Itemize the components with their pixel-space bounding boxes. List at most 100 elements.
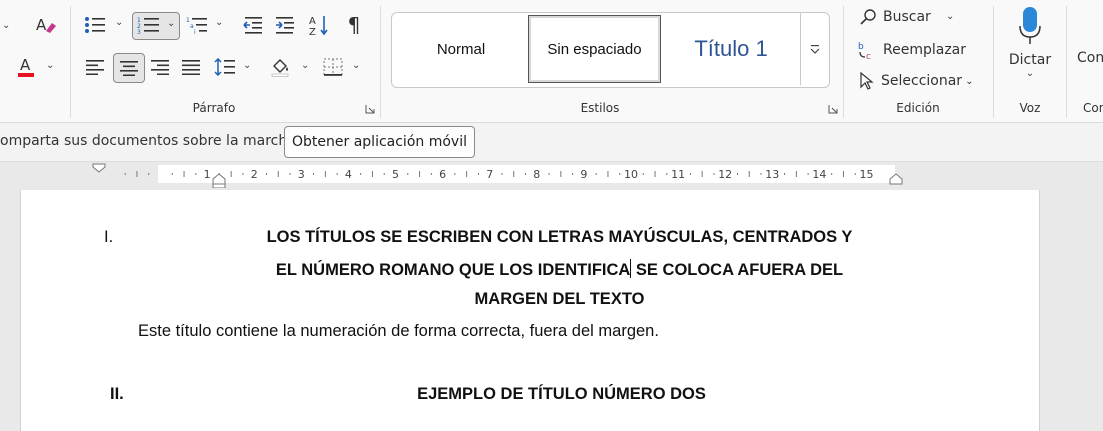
- ruler-tick: [466, 171, 468, 177]
- ruler-tick: [666, 173, 668, 175]
- svg-text:A: A: [309, 16, 316, 27]
- horizontal-ruler[interactable]: 1 2 3 4 5 6 7 8 9 10 11 12 13 14 15: [0, 162, 1103, 188]
- ruler-tick: [501, 173, 503, 175]
- comments-button[interactable]: Con: [1077, 50, 1103, 66]
- ruler-scale: 1 2 3 4 5 6 7 8 9 10 11 12 13 14 15: [92, 163, 903, 188]
- line-spacing-button[interactable]: [213, 56, 237, 78]
- ruler-tick: [654, 171, 656, 177]
- numbering-icon: 1 2 3: [137, 17, 159, 35]
- style-titulo-1[interactable]: Título 1: [662, 15, 800, 83]
- left-indent-marker[interactable]: [212, 183, 226, 188]
- shading-button[interactable]: [269, 56, 293, 78]
- select-button[interactable]: Seleccionar ⌄: [859, 72, 973, 90]
- bullets-button[interactable]: [83, 14, 107, 36]
- ruler-tick: [371, 171, 373, 177]
- svg-text:A: A: [20, 56, 31, 74]
- group-label-styles: Estilos: [580, 101, 620, 115]
- show-marks-button[interactable]: ¶: [342, 13, 366, 37]
- ruler-tick: [560, 171, 562, 177]
- styles-more-button[interactable]: [800, 13, 829, 85]
- find-button[interactable]: Buscar: [859, 8, 931, 26]
- svg-text:Z: Z: [309, 27, 316, 36]
- ruler-tick: [336, 173, 338, 175]
- sort-az-icon: A Z: [309, 16, 328, 36]
- microphone-icon: [1019, 7, 1041, 44]
- select-chevron-icon: ⌄: [965, 75, 974, 87]
- align-right-button[interactable]: [148, 56, 172, 78]
- ruler-tick: [265, 173, 267, 175]
- replace-button[interactable]: b c Reemplazar: [857, 40, 966, 60]
- multilevel-chevron-icon[interactable]: ⌄: [215, 17, 223, 28]
- document-page[interactable]: I. LOS TÍTULOS SE ESCRIBEN CON LETRAS MA…: [20, 190, 1040, 431]
- group-separator: [380, 6, 381, 118]
- style-normal-label: Normal: [436, 40, 486, 58]
- dialog-launcher-icon[interactable]: [365, 104, 375, 114]
- ruler-number: 13: [765, 168, 779, 181]
- style-titulo-1-label: Título 1: [694, 36, 768, 61]
- ruler-tick: [595, 173, 597, 175]
- ruler-number: 1: [204, 168, 211, 181]
- svg-text:A: A: [36, 16, 47, 34]
- ruler-number: 15: [860, 168, 874, 181]
- get-mobile-app-button[interactable]: Obtener aplicación móvil: [284, 126, 475, 158]
- ruler-tick: [148, 173, 150, 175]
- ruler-tick: [183, 171, 185, 177]
- justify-icon: [182, 60, 200, 75]
- ruler-tick: [277, 171, 279, 177]
- align-center-icon: [120, 61, 138, 76]
- ruler-number: 14: [812, 168, 826, 181]
- heading1-line2-part1: EL NÚMERO ROMANO QUE LOS IDENTIFICA: [275, 261, 631, 279]
- clear-formatting-button[interactable]: A: [34, 14, 58, 36]
- ruler-number: 5: [392, 168, 399, 181]
- line-spacing-chevron-icon[interactable]: ⌄: [243, 60, 251, 71]
- ruler-tick: [195, 173, 197, 175]
- dictate-button[interactable]: Dictar ⌄: [1004, 4, 1056, 90]
- styles-dialog-launcher-icon[interactable]: [828, 104, 838, 114]
- style-sin-espaciado[interactable]: Sin espaciado: [528, 15, 661, 83]
- first-line-indent-marker[interactable]: [92, 163, 106, 173]
- svg-text:c: c: [866, 52, 871, 60]
- group-label-voice: Voz: [1019, 101, 1041, 115]
- group-separator: [843, 6, 844, 118]
- multilevel-list-button[interactable]: 1 a i: [185, 14, 209, 36]
- paint-bucket-icon: [271, 59, 289, 77]
- justify-button[interactable]: [179, 56, 203, 78]
- ruler-tick: [289, 173, 291, 175]
- paragraph-group: ⌄ 1 2 3 ⌄ 1 a i ⌄ A Z ¶ ⌄ ⌄ ⌄ Párrafo: [71, 0, 381, 122]
- numbering-button[interactable]: 1 2 3 ⌄: [132, 12, 180, 40]
- heading1-numeral: I.: [104, 228, 114, 246]
- ruler-tick: [525, 173, 527, 175]
- align-left-button[interactable]: [83, 56, 107, 78]
- style-sin-espaciado-label: Sin espaciado: [547, 40, 642, 58]
- bullets-chevron-icon[interactable]: ⌄: [115, 17, 123, 28]
- ruler-tick: [807, 173, 809, 175]
- ruler-tick: [313, 173, 315, 175]
- borders-button[interactable]: [321, 56, 345, 78]
- ruler-tick: [548, 173, 550, 175]
- ruler-tick: [171, 173, 173, 175]
- font-color-chevron-icon[interactable]: ⌄: [46, 60, 54, 71]
- heading1-line2: EL NÚMERO ROMANO QUE LOS IDENTIFICA SE C…: [161, 259, 958, 280]
- numbering-chevron-icon: ⌄: [167, 18, 176, 29]
- align-center-button[interactable]: [113, 53, 145, 83]
- borders-chevron-icon[interactable]: ⌄: [352, 60, 360, 71]
- font-color-button[interactable]: A: [14, 56, 38, 78]
- style-normal[interactable]: Normal: [394, 15, 528, 83]
- heading1-line1: LOS TÍTULOS SE ESCRIBEN CON LETRAS MAYÚS…: [266, 228, 853, 246]
- ruler-tick: [748, 171, 750, 177]
- sort-button[interactable]: A Z: [307, 14, 331, 36]
- svg-text:3: 3: [137, 29, 141, 35]
- group-separator: [993, 6, 994, 118]
- ruler-tick: [607, 171, 609, 177]
- svg-text:b: b: [858, 42, 864, 52]
- ruler-tick: [701, 171, 703, 177]
- ruler-number: 10: [624, 168, 638, 181]
- styles-gallery: Normal Sin espaciado Título 1: [391, 12, 830, 88]
- decrease-indent-button[interactable]: [241, 14, 265, 36]
- multilevel-list-icon: 1 a i: [186, 17, 207, 34]
- increase-indent-button[interactable]: [273, 14, 297, 36]
- chevron-down-icon[interactable]: ⌄: [2, 20, 10, 31]
- find-chevron-icon[interactable]: ⌄: [946, 11, 954, 22]
- decrease-indent-icon: [243, 17, 262, 34]
- shading-chevron-icon[interactable]: ⌄: [301, 60, 309, 71]
